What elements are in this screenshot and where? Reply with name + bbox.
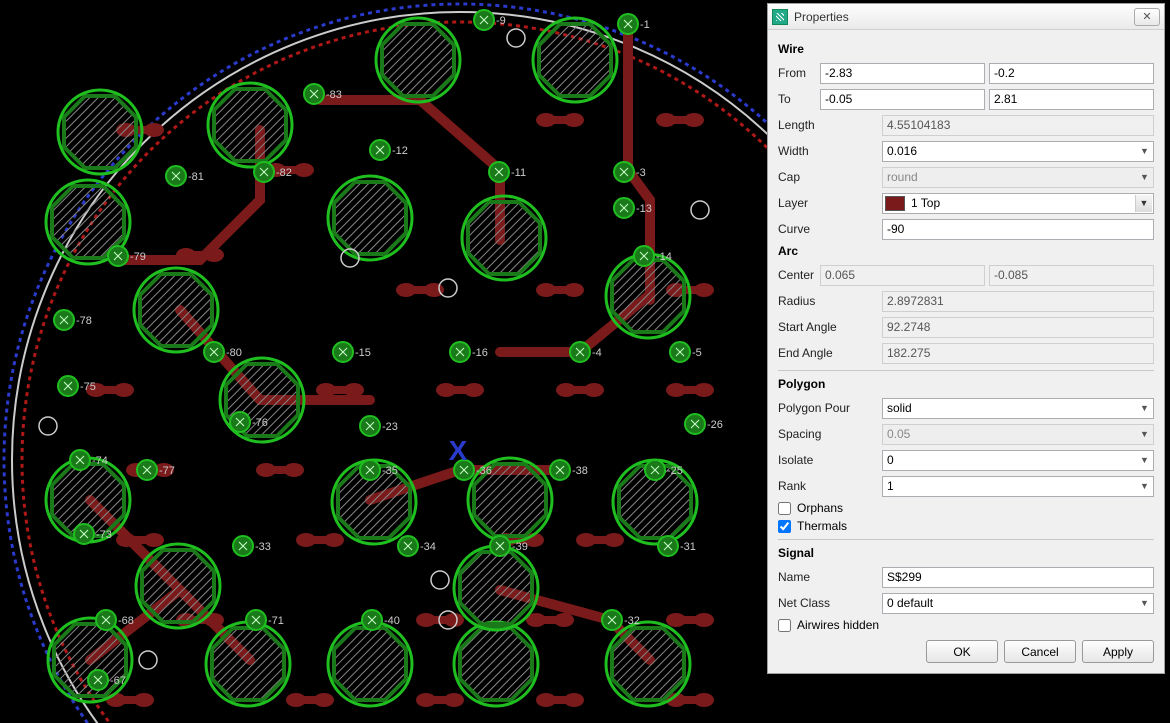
endangle-field: [882, 343, 1154, 364]
svg-text:-79: -79: [130, 251, 146, 263]
to-x-input[interactable]: [820, 89, 985, 110]
center-x-field: [820, 265, 985, 286]
svg-text:-81: -81: [188, 171, 204, 183]
svg-text:-34: -34: [420, 541, 436, 553]
layer-combo[interactable]: 1 Top ▼: [882, 193, 1154, 214]
svg-text:-25: -25: [667, 465, 683, 477]
svg-text:-13: -13: [636, 203, 652, 215]
svg-text:-82: -82: [276, 167, 292, 179]
svg-text:-1: -1: [640, 19, 650, 31]
endangle-label: End Angle: [778, 346, 882, 360]
width-combo[interactable]: [882, 141, 1154, 162]
width-label: Width: [778, 144, 882, 158]
svg-text:-78: -78: [76, 315, 92, 327]
from-x-input[interactable]: [820, 63, 985, 84]
svg-text:-16: -16: [472, 347, 488, 359]
svg-text:-68: -68: [118, 615, 134, 627]
svg-text:-38: -38: [572, 465, 588, 477]
svg-text:-76: -76: [252, 417, 268, 429]
svg-text:-14: -14: [656, 251, 672, 263]
curve-label: Curve: [778, 222, 882, 236]
center-y-field: [989, 265, 1154, 286]
svg-text:-77: -77: [159, 465, 175, 477]
pcb-canvas[interactable]: -9 -1 -79 -82 -83 -81 -12 -11 -3 -78 -80 -15 -16 -13 -…: [0, 0, 770, 723]
startangle-label: Start Angle: [778, 320, 882, 334]
svg-text:-9: -9: [496, 15, 506, 27]
svg-text:-26: -26: [707, 419, 723, 431]
airwires-checkbox[interactable]: [778, 619, 791, 632]
spacing-combo[interactable]: [882, 424, 1154, 445]
orphans-label: Orphans: [797, 501, 843, 515]
orphans-checkbox[interactable]: [778, 502, 791, 515]
layer-swatch: [885, 196, 905, 211]
section-wire: Wire: [778, 42, 1154, 56]
layer-label: Layer: [778, 196, 882, 210]
netclass-combo[interactable]: [882, 593, 1154, 614]
svg-text:-33: -33: [255, 541, 271, 553]
svg-text:-73: -73: [96, 529, 112, 541]
svg-text:-3: -3: [636, 167, 646, 179]
to-label: To: [778, 92, 820, 106]
cap-label: Cap: [778, 170, 882, 184]
radius-field: [882, 291, 1154, 312]
length-field: [882, 115, 1154, 136]
section-polygon: Polygon: [778, 377, 1154, 391]
properties-dialog: Properties ✕ Wire From To Length Width ▼…: [767, 3, 1165, 674]
length-label: Length: [778, 118, 882, 132]
pour-combo[interactable]: [882, 398, 1154, 419]
startangle-field: [882, 317, 1154, 338]
thermals-label: Thermals: [797, 519, 847, 533]
svg-text:-23: -23: [382, 421, 398, 433]
svg-text:-5: -5: [692, 347, 702, 359]
apply-button[interactable]: Apply: [1082, 640, 1154, 663]
to-y-input[interactable]: [989, 89, 1154, 110]
svg-text:-39: -39: [512, 541, 528, 553]
airwires-label: Airwires hidden: [797, 618, 879, 632]
ok-button[interactable]: OK: [926, 640, 998, 663]
from-y-input[interactable]: [989, 63, 1154, 84]
netclass-label: Net Class: [778, 596, 882, 610]
svg-text:-36: -36: [476, 465, 492, 477]
thermals-checkbox[interactable]: [778, 520, 791, 533]
svg-text:-83: -83: [326, 89, 342, 101]
svg-text:-74: -74: [92, 455, 108, 467]
svg-text:X: X: [449, 435, 468, 466]
pour-label: Polygon Pour: [778, 401, 882, 415]
svg-text:-4: -4: [592, 347, 602, 359]
close-icon[interactable]: ✕: [1134, 8, 1160, 26]
svg-text:-32: -32: [624, 615, 640, 627]
signal-name-input[interactable]: [882, 567, 1154, 588]
svg-text:-15: -15: [355, 347, 371, 359]
rank-combo[interactable]: [882, 476, 1154, 497]
isolate-label: Isolate: [778, 453, 882, 467]
svg-text:-71: -71: [268, 615, 284, 627]
svg-text:-35: -35: [382, 465, 398, 477]
center-label: Center: [778, 268, 820, 282]
cap-combo[interactable]: [882, 167, 1154, 188]
signal-name-label: Name: [778, 570, 882, 584]
svg-text:-75: -75: [80, 381, 96, 393]
chevron-down-icon: ▼: [1135, 195, 1152, 212]
titlebar[interactable]: Properties ✕: [768, 4, 1164, 30]
layer-text: 1 Top: [911, 196, 940, 210]
svg-text:-40: -40: [384, 615, 400, 627]
radius-label: Radius: [778, 294, 882, 308]
isolate-combo[interactable]: [882, 450, 1154, 471]
section-arc: Arc: [778, 244, 1154, 258]
svg-text:-80: -80: [226, 347, 242, 359]
spacing-label: Spacing: [778, 427, 882, 441]
svg-text:-67: -67: [110, 675, 126, 687]
from-label: From: [778, 66, 820, 80]
svg-text:-31: -31: [680, 541, 696, 553]
cancel-button[interactable]: Cancel: [1004, 640, 1076, 663]
section-signal: Signal: [778, 546, 1154, 560]
app-icon: [772, 9, 788, 25]
dialog-title: Properties: [794, 10, 1134, 24]
svg-text:-11: -11: [511, 167, 526, 179]
rank-label: Rank: [778, 479, 882, 493]
curve-input[interactable]: [882, 219, 1154, 240]
svg-text:-12: -12: [392, 145, 408, 157]
